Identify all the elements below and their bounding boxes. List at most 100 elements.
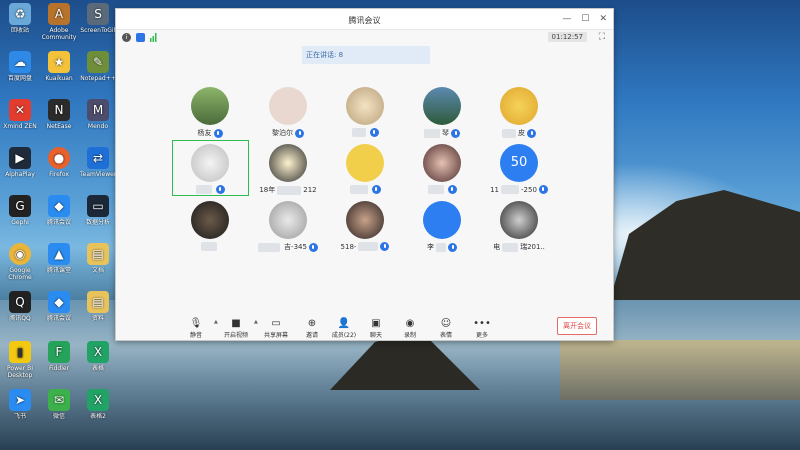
participant-name-suffix: -250	[521, 185, 537, 194]
desktop-icon-teamviewer[interactable]: ⇄ TeamViewer	[80, 147, 116, 178]
classroom-icon: ▲	[48, 243, 70, 265]
invite-button[interactable]: ⊕ 邀请	[295, 317, 329, 339]
desktop-icon-screentogif[interactable]: S ScreenToGif	[80, 3, 116, 34]
blurred-name	[358, 242, 379, 251]
blurred-name	[427, 185, 444, 194]
wechat-icon: ✉	[48, 389, 70, 411]
desktop-icon-chrome[interactable]: ◉ Google Chrome	[2, 243, 38, 281]
avatar	[191, 201, 229, 239]
close-icon[interactable]: ✕	[599, 14, 607, 24]
mute-button[interactable]: 🎙 静音	[179, 317, 213, 339]
leave-meeting-button[interactable]: 离开会议	[557, 317, 597, 335]
desktop-icon-alphaplay[interactable]: ▶ AlphaPlay	[2, 147, 38, 178]
mic-icon	[369, 128, 379, 137]
participant-tile[interactable]: 杨友	[175, 87, 245, 138]
participant-tile[interactable]	[175, 144, 245, 194]
participant-tile[interactable]: 18年 212	[253, 144, 323, 195]
play-icon: ▶	[9, 147, 31, 169]
window-controls: — ☐ ✕	[562, 14, 607, 24]
desktop-icon-tencent-meeting[interactable]: ◆ 腾讯会议	[41, 195, 77, 226]
desktop-icon-terminal[interactable]: ▭ 数据分析	[80, 195, 116, 226]
window-title: 腾讯会议	[348, 16, 381, 25]
fiddler-icon: F	[48, 341, 70, 363]
participant-name: 518-	[340, 242, 357, 251]
sand-reflection	[560, 340, 800, 400]
star-icon: ★	[48, 51, 70, 73]
shield-icon[interactable]	[136, 33, 145, 42]
desktop-icon-gephi[interactable]: G Gephi	[2, 195, 38, 226]
speaking-banner: 正在讲话: 8	[302, 46, 430, 64]
mic-icon	[215, 185, 225, 194]
desktop-icon-qq[interactable]: Q 腾讯QQ	[2, 291, 38, 322]
qq-icon: Q	[9, 291, 31, 313]
mic-icon	[380, 242, 390, 251]
participant-tile[interactable]: 琴	[407, 87, 477, 138]
avatar	[423, 87, 461, 125]
xmind-icon: ✕	[9, 99, 31, 121]
folder-icon: ▤	[87, 243, 109, 265]
record-button[interactable]: ◉ 录制	[393, 317, 427, 339]
desktop-icon-folder-files[interactable]: ▤ 资料	[80, 291, 116, 322]
participant-tile[interactable]: 电 瑞201..	[484, 201, 554, 252]
chat-icon: ▣	[371, 318, 381, 329]
smile-icon: ☺	[440, 318, 452, 329]
participant-tile[interactable]: 皮	[484, 87, 554, 138]
notepad-icon: ✎	[87, 51, 109, 73]
desktop-icon-kuaikuan[interactable]: ★ Kuaikuan	[41, 51, 77, 82]
maximize-icon[interactable]: ☐	[581, 14, 589, 24]
participant-tile[interactable]: 50 11 -250	[484, 144, 554, 194]
chat-button[interactable]: ▣ 聊天	[359, 317, 393, 339]
recycle-bin-icon: ♻	[9, 3, 31, 25]
info-icon[interactable]: i	[122, 33, 131, 42]
screentogif-icon: S	[87, 3, 109, 25]
desktop-icon-powerbi[interactable]: ▮ Power BI Desktop	[2, 341, 38, 379]
chevron-up-icon[interactable]: ▲	[254, 319, 258, 325]
participant-tile[interactable]: 黎泊尔	[253, 87, 323, 138]
desktop-icon-folder-docs[interactable]: ▤ 文档	[80, 243, 116, 274]
participant-tile[interactable]: 吉-345	[253, 201, 323, 252]
desktop-icon-classroom[interactable]: ▲ 腾讯课堂	[41, 243, 77, 274]
desktop-icon-recycle-bin[interactable]: ♻ 回收站	[2, 3, 38, 34]
participant-tile[interactable]	[330, 87, 400, 137]
participant-name-suffix: 吉-345	[284, 243, 307, 251]
participant-tile[interactable]: 李	[407, 201, 477, 252]
participant-name: 杨友	[197, 129, 212, 137]
fullscreen-icon[interactable]: ⛶	[599, 32, 605, 42]
desktop-icon-baidu-netdisk[interactable]: ☁ 百度网盘	[2, 51, 38, 82]
minimize-icon[interactable]: —	[562, 14, 571, 24]
blurred-name	[349, 185, 368, 194]
participant-tile[interactable]	[330, 144, 400, 194]
desktop-icon-wechat[interactable]: ✉ 微信	[41, 389, 77, 420]
mic-icon	[538, 185, 548, 194]
mic-icon	[308, 242, 318, 252]
participant-tile[interactable]	[175, 201, 245, 251]
desktop-icon-adobe[interactable]: A Adobe Community	[41, 3, 77, 41]
signal-icon[interactable]	[150, 33, 157, 42]
video-button[interactable]: ▲ ■ 开启视频	[214, 317, 253, 339]
share-screen-button[interactable]: ▲ ▭ 共享屏幕	[254, 317, 293, 339]
participant-name: 皮	[518, 129, 525, 137]
chevron-up-icon[interactable]: ▲	[214, 319, 218, 325]
desktop-icon-excel-2[interactable]: X 表格2	[80, 389, 116, 420]
participant-tile[interactable]	[407, 144, 477, 194]
members-button[interactable]: 👤 成员(22)	[327, 317, 361, 339]
participant-tile[interactable]: 518-	[330, 201, 400, 251]
participant-name: 琴	[442, 129, 449, 137]
avatar	[191, 87, 229, 125]
desktop-icon-xmind[interactable]: ✕ Xmind ZEN	[2, 99, 38, 130]
desktop-icon-feishu[interactable]: ➤ 飞书	[2, 389, 38, 420]
desktop-icon-mendo[interactable]: M Mendo	[80, 99, 116, 130]
desktop-icon-fiddler[interactable]: F Fiddler	[41, 341, 77, 372]
reaction-button[interactable]: ☺ 表情	[429, 317, 463, 339]
desktop-icon-excel[interactable]: X 表格	[80, 341, 116, 372]
adobe-icon: A	[48, 3, 70, 25]
desktop-icon-firefox[interactable]: ● Firefox	[41, 147, 77, 178]
desktop-icon-netease[interactable]: N NetEase	[41, 99, 77, 130]
gephi-icon: G	[9, 195, 31, 217]
avatar: 50	[500, 144, 538, 182]
more-button[interactable]: ••• 更多	[465, 317, 499, 339]
desktop-icon-meeting[interactable]: ◆ 腾讯会议	[41, 291, 77, 322]
desktop-icon-notepad[interactable]: ✎ Notepad++	[80, 51, 116, 82]
netease-icon: N	[48, 99, 70, 121]
excel-icon: X	[87, 389, 109, 411]
